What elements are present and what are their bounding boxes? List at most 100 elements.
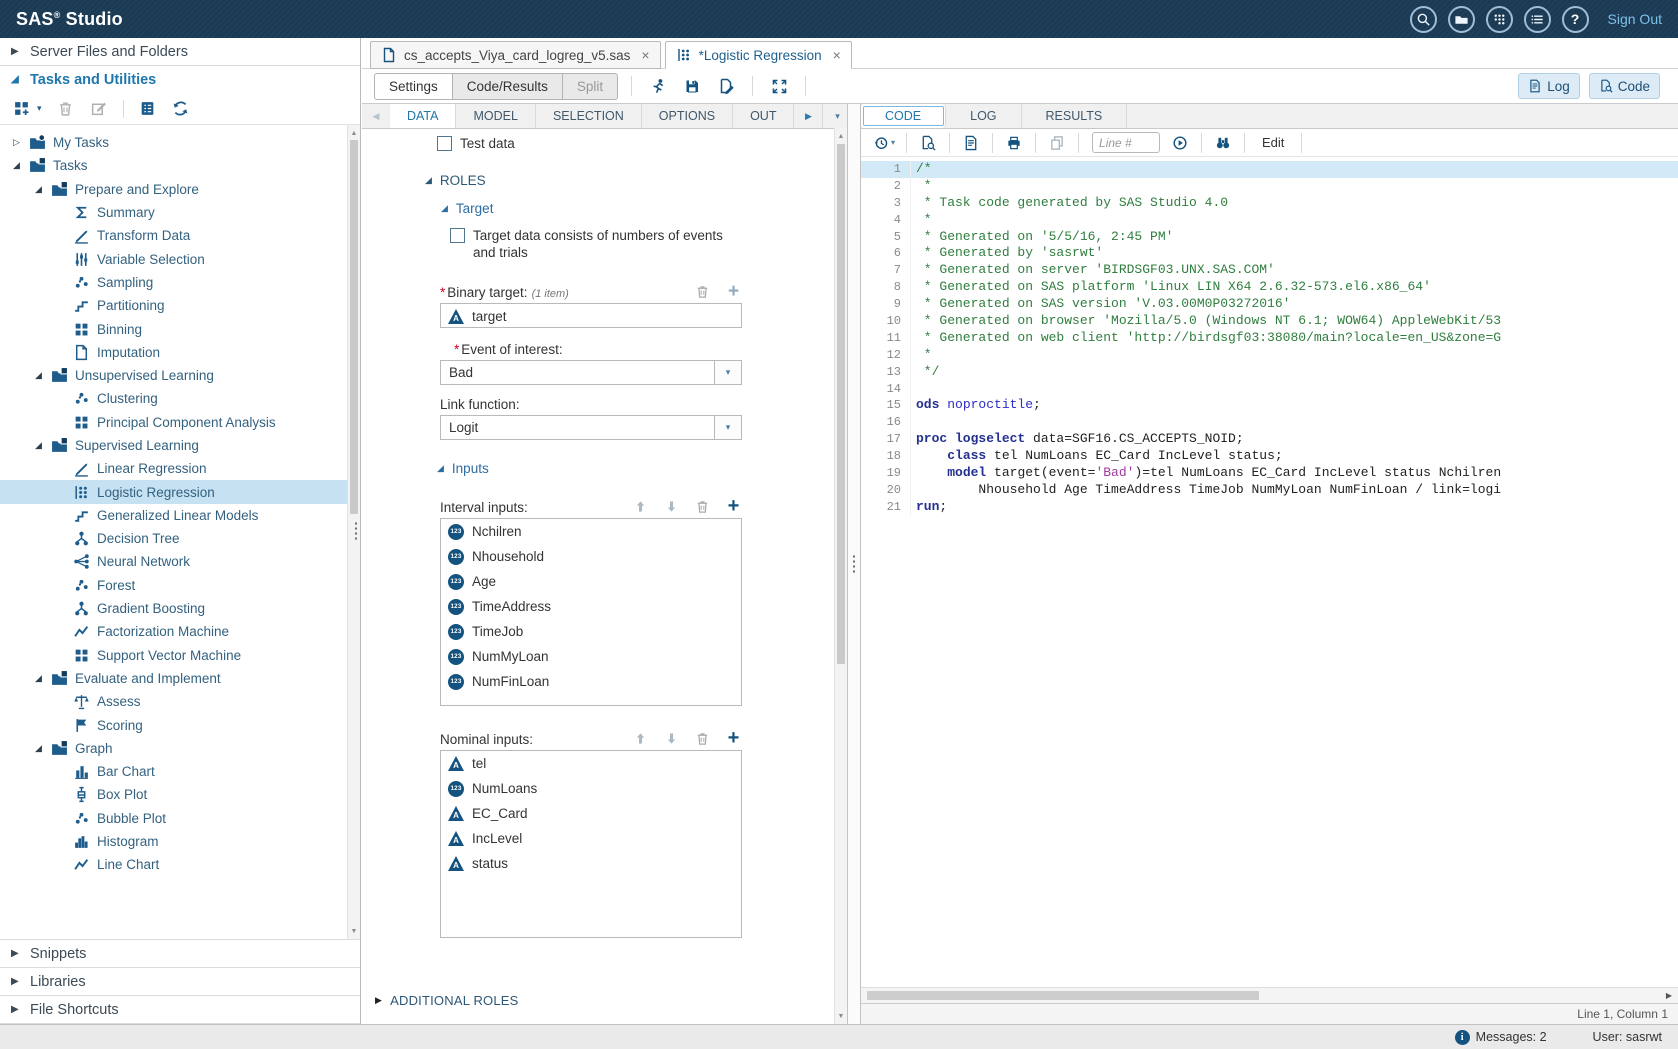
section-tasks-utilities[interactable]: ◢ Tasks and Utilities xyxy=(0,66,360,93)
view-code-icon[interactable] xyxy=(916,132,940,154)
tree-item[interactable]: Logistic Regression xyxy=(0,480,347,503)
new-task-icon[interactable] xyxy=(13,100,31,118)
code-line[interactable]: 7 * Generated on server 'BIRDSGF03.UNX.S… xyxy=(861,262,1678,279)
interval-inputs-listbox[interactable]: 123 Nchilren 123 Nhousehold 123 Age 123 … xyxy=(440,518,742,706)
settings-scrollbar[interactable]: ▲ ▼ xyxy=(834,128,847,1024)
code-line[interactable]: 19 model target(event='Bad')=tel NumLoan… xyxy=(861,465,1678,482)
code-line[interactable]: 8 * Generated on SAS platform 'Linux LIN… xyxy=(861,279,1678,296)
wizard-tab[interactable]: SELECTION xyxy=(536,104,642,128)
tree-item[interactable]: Neural Network xyxy=(0,550,347,573)
goto-line-icon[interactable] xyxy=(1168,132,1192,154)
split-view-button[interactable]: Split xyxy=(563,73,618,100)
code-line[interactable]: 18 class tel NumLoans EC_Card IncLevel s… xyxy=(861,448,1678,465)
code-line[interactable]: 11 * Generated on web client 'http://bir… xyxy=(861,330,1678,347)
code-line[interactable]: 14 xyxy=(861,381,1678,398)
code-line[interactable]: 15ods noproctitle; xyxy=(861,397,1678,414)
variable-row[interactable]: 123 Nchilren xyxy=(441,519,741,544)
chevron-down-icon[interactable]: ▾ xyxy=(714,416,741,439)
tree-expander-icon[interactable]: ◢ xyxy=(32,440,45,451)
add-nominal-input-icon[interactable]: + xyxy=(725,730,742,747)
tree-expander-icon[interactable]: ◢ xyxy=(32,184,45,195)
variable-row[interactable]: 123 NumLoans xyxy=(441,776,741,801)
variable-row[interactable]: A EC_Card xyxy=(441,801,741,826)
close-tab-icon[interactable]: × xyxy=(833,47,841,63)
binary-target-listbox[interactable]: A target xyxy=(440,303,742,328)
pane-tab[interactable]: RESULTS xyxy=(1022,104,1128,128)
scrollbar-thumb[interactable] xyxy=(837,144,845,664)
submission-history-icon[interactable] xyxy=(869,132,893,154)
tree-item[interactable]: ◢ Graph xyxy=(0,737,347,760)
tree-item[interactable]: Imputation xyxy=(0,341,347,364)
code-line[interactable]: 16 xyxy=(861,414,1678,431)
wizard-tab[interactable]: OPTIONS xyxy=(642,104,733,128)
save-as-button[interactable] xyxy=(713,74,739,98)
document-tab[interactable]: *Logistic Regression × xyxy=(665,41,852,69)
tree-item[interactable]: Bar Chart xyxy=(0,760,347,783)
code-line[interactable]: 3 * Task code generated by SAS Studio 4.… xyxy=(861,195,1678,212)
apps-grid-icon[interactable] xyxy=(1486,6,1513,33)
tree-item[interactable]: Histogram xyxy=(0,830,347,853)
section-server-files[interactable]: ▶ Server Files and Folders xyxy=(0,38,360,66)
pane-splitter[interactable] xyxy=(848,104,861,1024)
tree-item[interactable]: Transform Data xyxy=(0,224,347,247)
tree-expander-icon[interactable]: ◢ xyxy=(32,743,45,754)
add-interval-input-icon[interactable]: + xyxy=(725,498,742,515)
tree-item[interactable]: Principal Component Analysis xyxy=(0,411,347,434)
scroll-down-icon[interactable]: ▼ xyxy=(348,925,360,937)
tree-item[interactable]: Partitioning xyxy=(0,294,347,317)
tree-item[interactable]: Gradient Boosting xyxy=(0,597,347,620)
code-line[interactable]: 2 * xyxy=(861,178,1678,195)
settings-view-button[interactable]: Settings xyxy=(374,73,453,100)
wizard-tab[interactable]: DATA xyxy=(390,104,456,128)
tabs-scroll-right-icon[interactable]: ▶ xyxy=(794,104,822,128)
scrollbar-thumb[interactable] xyxy=(350,140,358,514)
move-down-icon[interactable] xyxy=(663,730,680,747)
tree-expander-icon[interactable]: ▷ xyxy=(10,137,23,148)
section-file-shortcuts[interactable]: ▶ File Shortcuts xyxy=(0,996,360,1024)
copy-icon[interactable] xyxy=(1045,132,1069,154)
wizard-tab[interactable]: OUT xyxy=(733,104,794,128)
scroll-right-icon[interactable]: ▶ xyxy=(1662,988,1676,1003)
section-libraries[interactable]: ▶ Libraries xyxy=(0,968,360,996)
variable-row[interactable]: 123 TimeAddress xyxy=(441,594,741,619)
variable-row[interactable]: 123 TimeJob xyxy=(441,619,741,644)
nominal-inputs-listbox[interactable]: A tel 123 NumLoans A EC_Card A IncLevel xyxy=(440,750,742,938)
tree-item[interactable]: Line Chart xyxy=(0,853,347,876)
tree-item[interactable]: ▷ My Tasks xyxy=(0,131,347,154)
code-line[interactable]: 20 Nhousehold Age TimeAddress TimeJob Nu… xyxy=(861,482,1678,499)
tree-item[interactable]: Decision Tree xyxy=(0,527,347,550)
tree-item[interactable]: Binning xyxy=(0,317,347,340)
tree-item[interactable]: Generalized Linear Models xyxy=(0,504,347,527)
test-data-checkbox[interactable] xyxy=(437,136,452,151)
open-folder-icon[interactable] xyxy=(1448,6,1475,33)
code-line[interactable]: 17proc logselect data=SGF16.CS_ACCEPTS_N… xyxy=(861,431,1678,448)
link-function-select[interactable]: Logit ▾ xyxy=(440,415,742,440)
event-of-interest-select[interactable]: Bad ▾ xyxy=(440,360,742,385)
variable-row[interactable]: A target xyxy=(441,304,741,329)
code-line[interactable]: 1/* xyxy=(861,161,1678,178)
pane-tab[interactable]: CODE xyxy=(861,104,946,128)
tree-item[interactable]: ◢ Supervised Learning xyxy=(0,434,347,457)
new-task-dropdown-icon[interactable]: ▾ xyxy=(37,103,42,114)
section-snippets[interactable]: ▶ Snippets xyxy=(0,940,360,968)
document-tab[interactable]: cs_accepts_Viya_card_logreg_v5.sas × xyxy=(370,41,661,69)
tree-item[interactable]: Sampling xyxy=(0,271,347,294)
find-icon[interactable] xyxy=(1211,132,1235,154)
tree-item[interactable]: Box Plot xyxy=(0,783,347,806)
scroll-up-icon[interactable]: ▲ xyxy=(348,127,360,139)
delete-task-icon[interactable] xyxy=(57,100,75,118)
remove-binary-target-icon[interactable] xyxy=(694,283,711,300)
tree-item[interactable]: Linear Regression xyxy=(0,457,347,480)
tree-item[interactable]: ◢ Prepare and Explore xyxy=(0,178,347,201)
pane-tab[interactable]: LOG xyxy=(946,104,1021,128)
open-code-button[interactable]: Code xyxy=(1589,73,1660,99)
code-line[interactable]: 9 * Generated on SAS version 'V.03.00M0P… xyxy=(861,296,1678,313)
sign-out-link[interactable]: Sign Out xyxy=(1608,11,1662,27)
print-icon[interactable] xyxy=(1002,132,1026,154)
roles-section-header[interactable]: ◢ ROLES xyxy=(425,173,817,188)
tree-item[interactable]: Clustering xyxy=(0,387,347,410)
variable-row[interactable]: 123 NumFinLoan xyxy=(441,669,741,694)
run-button[interactable] xyxy=(645,74,671,98)
messages-status[interactable]: i Messages: 2 xyxy=(1455,1030,1547,1045)
tree-expander-icon[interactable]: ◢ xyxy=(32,370,45,381)
